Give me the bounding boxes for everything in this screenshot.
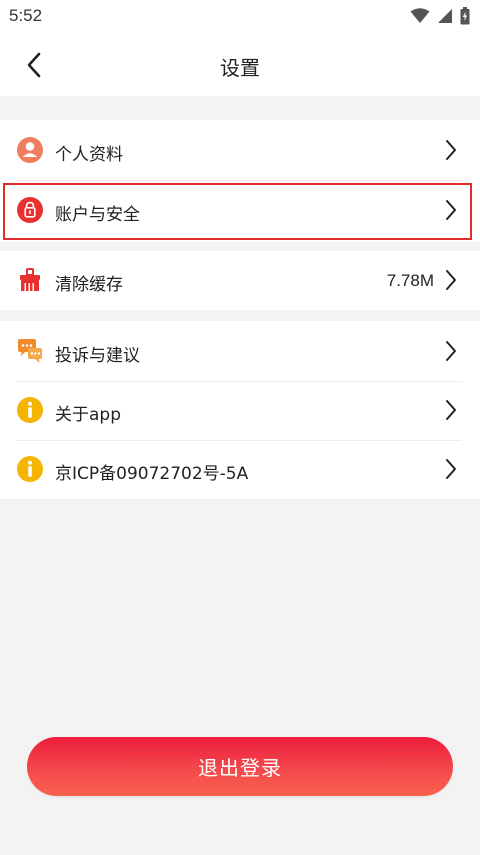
settings-row-label: 清除缓存 <box>55 275 123 295</box>
chat-bubbles-icon <box>18 339 42 363</box>
chevron-right-icon <box>446 459 456 479</box>
status-icons <box>410 7 470 25</box>
settings-row-about-app[interactable]: 关于app <box>0 381 480 440</box>
chevron-right-icon <box>446 270 456 290</box>
settings-row-label: 个人资料 <box>55 145 123 165</box>
signal-icon <box>438 9 452 23</box>
cache-size-value: 7.78M <box>386 271 434 290</box>
settings-row-clear-cache[interactable]: 清除缓存 7.78M <box>0 251 480 310</box>
status-bar: 5:52 <box>0 0 480 34</box>
settings-group-about: 投诉与建议 关于app 京ICP备09072702号-5A <box>0 321 480 499</box>
chevron-right-icon <box>446 341 456 361</box>
info-icon <box>17 397 43 423</box>
settings-row-icp[interactable]: 京ICP备09072702号-5A <box>0 440 480 499</box>
wifi-icon <box>410 8 430 23</box>
chevron-right-icon <box>446 140 456 160</box>
battery-icon <box>460 7 470 25</box>
info-icon <box>17 456 43 482</box>
status-time: 5:52 <box>9 6 43 25</box>
settings-row-label: 关于app <box>55 405 121 425</box>
settings-row-label: 京ICP备09072702号-5A <box>55 464 249 484</box>
settings-group-cache: 清除缓存 7.78M <box>0 251 480 310</box>
logout-button-label: 退出登录 <box>198 756 282 780</box>
person-icon <box>17 137 43 163</box>
broom-icon <box>20 268 40 291</box>
settings-row-feedback[interactable]: 投诉与建议 <box>0 322 480 381</box>
page-title: 设置 <box>220 56 260 80</box>
nav-bar: 设置 <box>0 34 480 96</box>
logout-button[interactable]: 退出登录 <box>27 737 453 796</box>
chevron-right-icon <box>446 400 456 420</box>
settings-row-profile[interactable]: 个人资料 <box>0 121 480 180</box>
selection-highlight <box>3 183 472 240</box>
settings-row-label: 投诉与建议 <box>55 346 140 366</box>
